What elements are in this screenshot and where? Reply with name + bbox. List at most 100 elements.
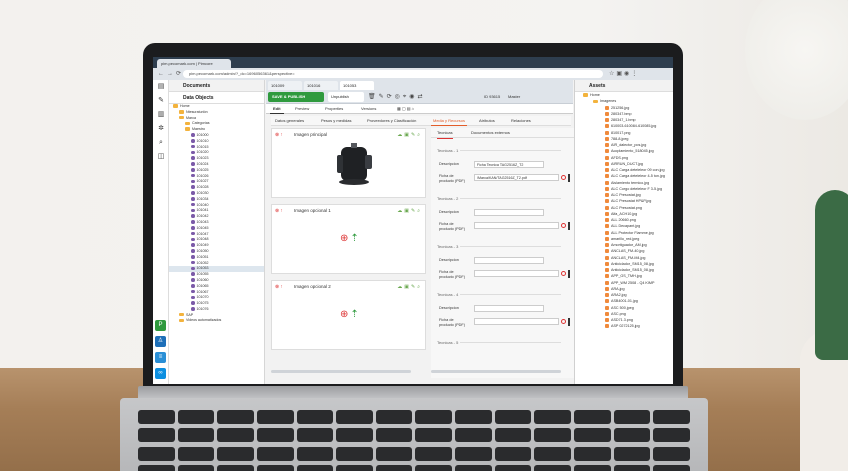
asset-item-label: APP_WM 2508 - Q4 KIMP: [611, 280, 655, 285]
keyboard-key: [613, 446, 651, 461]
address-bar[interactable]: pim.pecomark.com/admin/?_dc=1696056361&p…: [183, 70, 603, 78]
description-input[interactable]: [474, 257, 544, 264]
user-icon[interactable]: ♙: [155, 336, 166, 347]
object-tab-2[interactable]: 101016: [304, 81, 338, 90]
object-icon: [191, 214, 195, 218]
tree-item-label: 101020: [196, 150, 209, 155]
tab-properties[interactable]: Properties: [322, 104, 346, 114]
documents-header[interactable]: Documents: [169, 80, 264, 92]
image-file-icon: [605, 124, 609, 129]
image-file-icon: [605, 211, 609, 216]
tab-pesos-medidas[interactable]: Pesos y medidas: [319, 116, 353, 126]
remove-icon[interactable]: [561, 271, 566, 276]
browser-tab[interactable]: pim.pecomark.com | Pimcore: [157, 59, 231, 68]
upload-placeholder-icon[interactable]: ⊕ ⇡: [340, 309, 359, 320]
horizontal-scrollbar[interactable]: [431, 370, 561, 373]
tree-list: Home Ntesuraturión Marca Categorías Maestro 1…: [169, 104, 264, 324]
asset-item-label: ARA.jpg: [611, 286, 625, 291]
asset-item-label: 810017.png: [611, 130, 631, 135]
unpublish-button[interactable]: Unpublish: [328, 92, 364, 102]
tab-datos-generales[interactable]: Datos generales: [273, 116, 306, 126]
object-tab-3[interactable]: 101053: [340, 81, 374, 90]
file-input[interactable]: [474, 318, 559, 325]
data-objects-header[interactable]: Data Objects: [169, 92, 264, 104]
tree-item-label: 101028: [196, 185, 209, 190]
remove-icon[interactable]: [561, 319, 566, 324]
remove-icon[interactable]: [561, 175, 566, 180]
keyboard-key: [653, 410, 690, 424]
asset-item-label: ASC.png: [611, 311, 626, 316]
drag-handle[interactable]: [568, 270, 570, 278]
tab-media-recursos[interactable]: Media y Recursos: [431, 116, 468, 126]
drag-handle[interactable]: [568, 222, 570, 230]
keyboard-key: [534, 428, 572, 443]
keyboard-key: [217, 410, 254, 424]
laptop-keyboard: [138, 410, 690, 471]
keyboard-key: [613, 464, 651, 471]
tab-atributos[interactable]: Atributos: [477, 116, 497, 126]
tab-relaciones[interactable]: Relaciones: [509, 116, 533, 126]
tree-item-label: Maestro: [192, 127, 205, 132]
description-input[interactable]: Ficha Tecnica TAG2516Z_T2: [474, 161, 544, 168]
image-actions-right[interactable]: ☁▣✎⌕: [397, 132, 422, 138]
image-actions-left[interactable]: ⊗↑: [275, 132, 284, 138]
save-publish-button[interactable]: SAVE & PUBLISH: [268, 92, 324, 102]
tab-proveedores[interactable]: Proveedores y Clasificación: [365, 116, 418, 126]
image-file-icon: [605, 236, 609, 241]
file-input[interactable]: [474, 222, 559, 229]
description-label: Descripcion: [439, 306, 459, 310]
image-actions-right[interactable]: ☁▣✎⌕: [397, 284, 422, 290]
drag-handle[interactable]: [568, 318, 570, 326]
drag-handle[interactable]: [568, 174, 570, 182]
description-input[interactable]: [474, 209, 544, 216]
tab-tecnicas[interactable]: Tecnicas: [437, 128, 453, 139]
file-input[interactable]: [474, 270, 559, 277]
toolbar-icons[interactable]: 🗑✎⟳◎⌖◉⇄: [368, 93, 426, 101]
calendar-icon[interactable]: ▦ ▢ ▤ ⌂: [394, 104, 417, 114]
pimcore-logo-icon[interactable]: ∞: [155, 368, 166, 379]
keyboard-key: [256, 464, 294, 471]
image-file-icon: [605, 324, 609, 329]
green-app-icon[interactable]: P: [155, 320, 166, 331]
file-input[interactable]: /Marca/KAN/TAG2516Z_T2.pdf: [474, 174, 559, 181]
tab-preview[interactable]: Preview: [292, 104, 312, 114]
object-icon: [191, 237, 195, 242]
keyboard-key: [138, 464, 175, 471]
file-icon[interactable]: ▤: [153, 80, 169, 94]
assets-header[interactable]: Assets: [575, 80, 673, 92]
chart-icon[interactable]: ▥: [153, 108, 169, 122]
extension-icons[interactable]: ☆▣◉⋮: [609, 70, 639, 77]
keyboard-key: [177, 428, 215, 443]
tree-item[interactable]: Videos automatizados: [169, 318, 264, 324]
tree-item-label: 101010: [196, 138, 209, 143]
image-actions-right[interactable]: ☁▣✎⌕: [397, 208, 422, 214]
tab-documentos-externos[interactable]: Documentos externos: [471, 128, 510, 138]
keyboard-key: [138, 410, 175, 424]
description-input[interactable]: [474, 305, 544, 312]
object-icon: [191, 278, 195, 282]
asset-item-label: ASC 500.jpeg: [611, 305, 634, 310]
image-file-icon: [605, 224, 609, 229]
notification-icon[interactable]: ≡: [155, 352, 166, 363]
keyboard-key: [534, 410, 572, 424]
remove-icon[interactable]: [561, 223, 566, 228]
keyboard-key: [653, 446, 690, 461]
tab-edit[interactable]: Edit: [270, 104, 284, 114]
object-tab-1[interactable]: 101009: [268, 81, 302, 90]
layers-icon[interactable]: ◫: [153, 150, 169, 164]
horizontal-scrollbar[interactable]: [271, 370, 411, 373]
wrench-icon[interactable]: ✎: [153, 94, 169, 108]
gear-icon[interactable]: ✲: [153, 122, 169, 136]
asset-item[interactable]: ASP 0272125.jpg: [575, 323, 673, 329]
asset-item-label: ALC Presostat HP&P.jpg: [611, 199, 652, 204]
object-icon: [191, 179, 195, 184]
keyboard-key: [494, 428, 532, 443]
image-actions-left[interactable]: ⊗↑: [275, 208, 284, 214]
tree-item-label: 101000: [196, 132, 209, 137]
upload-placeholder-icon[interactable]: ⊕ ⇡: [340, 233, 359, 244]
tree-item-label: 101067: [196, 289, 209, 294]
tab-versions[interactable]: Versions: [358, 104, 379, 114]
browser-nav-icons[interactable]: ←→⟳: [158, 70, 184, 77]
image-actions-left[interactable]: ⊗↑: [275, 284, 284, 290]
search-icon[interactable]: ⌕: [153, 136, 169, 150]
